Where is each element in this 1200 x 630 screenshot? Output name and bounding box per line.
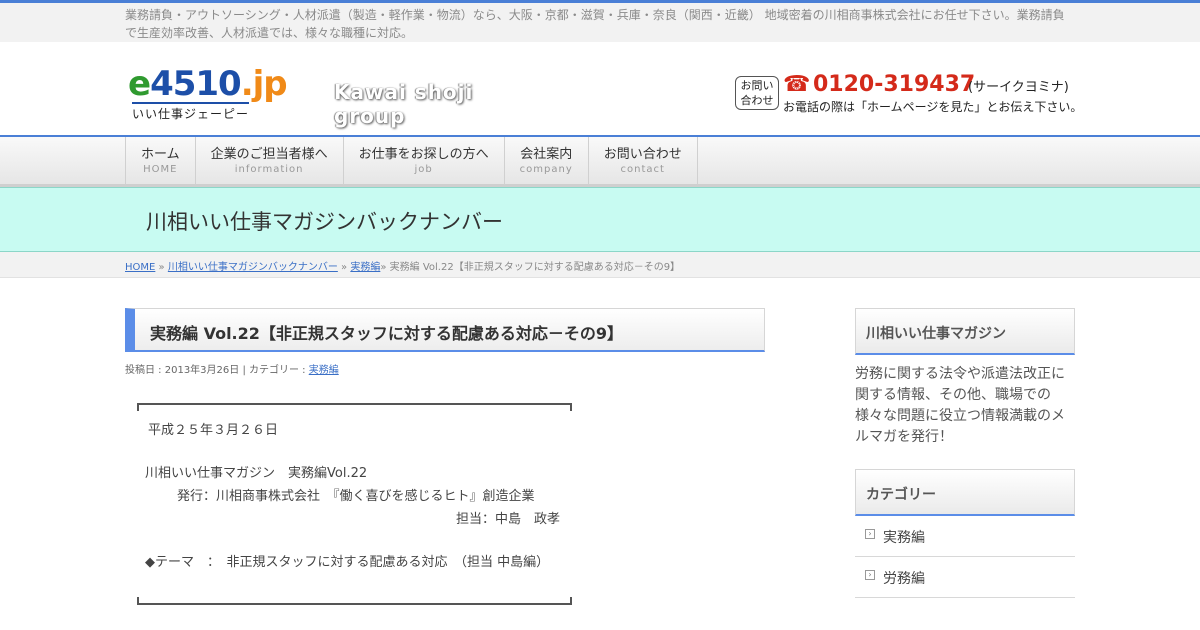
sidebar-magazine-description: 労務に関する法令や派遣法改正に関する情報、その他、職場での様々な問題に役立つ情報… (855, 366, 1065, 445)
site-tagline: 業務請負・アウトソーシング・人材派遣（製造・軽作業・物流）なら、大阪・京都・滋賀… (125, 8, 1065, 40)
post-category-link[interactable]: 実務編 (309, 365, 339, 376)
nav-item-contact[interactable]: お問い合わせ contact (589, 137, 698, 185)
logo-group-name: Kawai shoji group (334, 80, 474, 128)
page-banner: 川相いい仕事マガジンバックナンバー (0, 187, 1200, 252)
logo-wordmark: e4510.jp (128, 64, 288, 104)
breadcrumb-home-link[interactable]: HOME (125, 262, 155, 273)
nav-item-company[interactable]: 会社案内 company (505, 137, 589, 185)
post-publisher-line: 発行：川相商事株式会社 『働く喜びを感じるヒト』創造企業 (177, 489, 535, 504)
breadcrumb-backnumber-link[interactable]: 川相いい仕事マガジンバックナンバー (168, 262, 338, 273)
post-meta: 投稿日 : 2013年3月26日 | カテゴリー : 実務編 (125, 365, 339, 376)
content-frame-top (137, 403, 572, 411)
arrow-icon: › (865, 570, 875, 580)
page-title: 川相いい仕事マガジンバックナンバー (146, 210, 503, 234)
contact-block: お問い 合わせ ☎ 0120-319437 (サーイクヨミナ) お電話の際は「ホー… (735, 71, 1082, 117)
top-tagline-bar: 業務請負・アウトソーシング・人材派遣（製造・軽作業・物流）なら、大阪・京都・滋賀… (0, 0, 1200, 42)
post-date: 平成２５年３月２６日 (148, 423, 279, 438)
post-magazine-line: 川相いい仕事マガジン 実務編Vol.22 (145, 466, 368, 481)
nav-item-job[interactable]: お仕事をお探しの方へ job (344, 137, 505, 185)
site-header: e4510.jp いい仕事ジェーピー Kawai shoji group お問い… (0, 42, 1200, 135)
content-frame-bottom (137, 597, 572, 605)
post-title-box: 実務編 Vol.22【非正規スタッフに対する配慮ある対応－その9】 (125, 308, 765, 352)
post-theme-line: ◆テーマ ： 非正規スタッフに対する配慮ある対応 （担当 中島編） (145, 555, 550, 570)
post-author-line: 担当：中島 政孝 (456, 512, 561, 527)
phone-number[interactable]: 0120-319437 (813, 71, 975, 99)
breadcrumb-category-link[interactable]: 実務編 (350, 262, 380, 273)
post-title: 実務編 Vol.22【非正規スタッフに対する配慮ある対応－その9】 (150, 324, 624, 343)
sidebar-category-item[interactable]: › 労務編 (855, 557, 1075, 598)
logo-subtitle: いい仕事ジェーピー (132, 102, 250, 122)
nav-item-information[interactable]: 企業のご担当者様へ information (196, 137, 344, 185)
arrow-icon: › (865, 529, 875, 539)
phone-icon: ☎ (783, 72, 811, 97)
contact-badge: お問い 合わせ (735, 76, 779, 110)
breadcrumb-current: 実務編 Vol.22【非正規スタッフに対する配慮ある対応－その9】 (389, 262, 681, 273)
phone-note: お電話の際は「ホームページを見た」とお伝え下さい。 (783, 100, 1083, 114)
phone-reading: (サーイクヨミナ) (968, 80, 1069, 95)
global-nav: ホーム HOME 企業のご担当者様へ information お仕事をお探しの方へ j… (0, 135, 1200, 187)
sidebar-category-heading: カテゴリー (855, 469, 1075, 516)
breadcrumb: HOME » 川相いい仕事マガジンバックナンバー » 実務編» 実務編 Vol.… (0, 252, 1200, 278)
sidebar-magazine-heading: 川相いい仕事マガジン (855, 308, 1075, 355)
nav-item-home[interactable]: ホーム HOME (126, 137, 196, 185)
sidebar-category-item[interactable]: › 実務編 (855, 516, 1075, 557)
site-logo[interactable]: e4510.jp いい仕事ジェーピー Kawai shoji group (128, 64, 538, 128)
